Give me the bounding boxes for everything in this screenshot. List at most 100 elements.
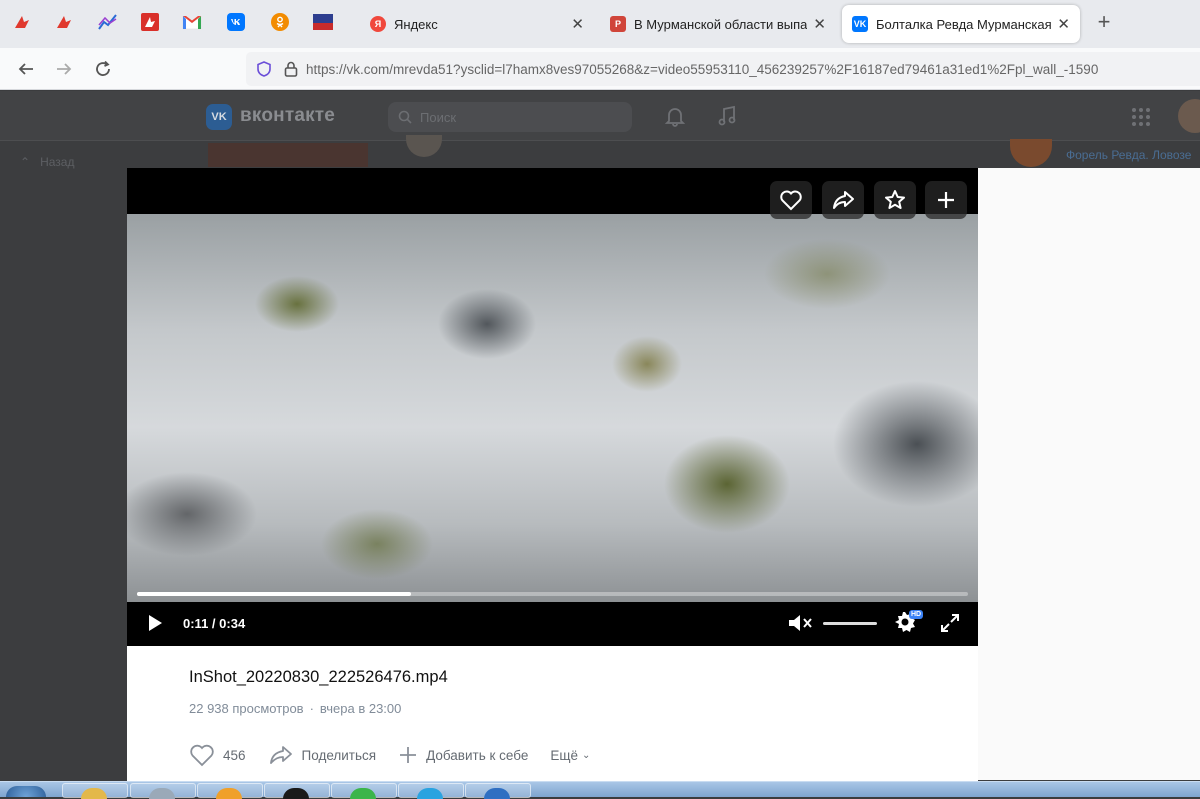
pinned-tab-flag[interactable] <box>311 10 335 34</box>
video-views: 22 938 просмотров <box>189 701 304 716</box>
red-mark-icon <box>15 16 29 28</box>
like-button[interactable]: 456 <box>189 743 246 767</box>
search-icon <box>398 110 412 124</box>
plus-icon <box>400 747 417 763</box>
chevron-up-icon: ⌃ <box>20 155 31 169</box>
window-icon <box>149 788 175 799</box>
taskbar-item-app[interactable] <box>331 783 397 799</box>
app-icon <box>350 788 376 799</box>
share-icon <box>269 746 292 764</box>
share-video-button[interactable] <box>822 181 864 219</box>
pinned-tab-3[interactable] <box>96 10 120 34</box>
video-frame[interactable] <box>127 214 978 602</box>
close-icon[interactable]: ✕ <box>571 15 584 33</box>
forward-button[interactable] <box>52 57 76 81</box>
chevron-down-icon: ⌄ <box>581 749 591 761</box>
community-avatar <box>1010 139 1052 167</box>
lock-icon[interactable] <box>284 61 298 77</box>
reload-button[interactable] <box>91 57 115 81</box>
red-mark-icon <box>57 16 71 28</box>
taskbar-item-app[interactable] <box>197 783 263 799</box>
heart-icon <box>190 744 214 767</box>
vk-logo-icon[interactable]: VK <box>206 104 232 130</box>
progress-fill <box>137 592 412 596</box>
video-player[interactable]: 0:11 / 0:34 HD <box>127 168 978 646</box>
taskbar-item-app[interactable] <box>264 783 330 799</box>
video-actions: 456 Поделиться Добавить к себе Ещё ⌄ <box>189 742 612 768</box>
taskbar-item-explorer[interactable] <box>62 783 128 799</box>
music-icon[interactable] <box>716 105 738 127</box>
pinned-tab-2[interactable] <box>52 10 76 34</box>
close-icon[interactable]: ✕ <box>813 15 826 33</box>
search-placeholder: Поиск <box>420 109 457 125</box>
volume-muted-icon[interactable] <box>787 612 813 634</box>
app-icon <box>283 788 309 799</box>
back-link[interactable]: ⌃ Назад <box>20 155 74 169</box>
more-label: Ещё <box>550 747 578 763</box>
vk-icon <box>227 13 245 31</box>
add-video-button[interactable] <box>925 181 967 219</box>
odnoklassniki-icon <box>271 13 289 31</box>
app-icon <box>216 788 242 799</box>
heart-icon <box>780 190 802 211</box>
address-bar[interactable]: https://vk.com/mrevda51?ysclid=l7hamx8ve… <box>246 52 1200 86</box>
close-icon[interactable]: ✕ <box>1057 15 1070 33</box>
shield-icon[interactable] <box>256 61 272 77</box>
pinned-tab-vk[interactable] <box>224 10 248 34</box>
volume-slider[interactable] <box>823 622 877 625</box>
share-icon <box>833 191 854 209</box>
chart-icon <box>98 14 117 30</box>
browser-tab-strip: Я Яндекс ✕ Р В Мурманской области выпал … <box>0 0 1200 48</box>
flag-icon <box>313 14 333 30</box>
add-to-my-videos-button[interactable]: Добавить к себе <box>398 745 528 765</box>
like-count: 456 <box>223 747 246 763</box>
folder-icon <box>81 788 107 799</box>
video-title: InShot_20220830_222526476.mp4 <box>189 668 448 686</box>
time-total: 0:34 <box>219 616 246 631</box>
tab-yandex[interactable]: Я Яндекс ✕ <box>360 5 594 43</box>
app-icon <box>484 788 510 799</box>
pinned-tab-ok[interactable] <box>268 10 292 34</box>
tab-news[interactable]: Р В Мурманской области выпал ✕ <box>600 5 836 43</box>
tab-title: Яндекс <box>394 16 438 32</box>
share-label: Поделиться <box>301 747 377 763</box>
fullscreen-icon[interactable] <box>939 612 961 634</box>
back-link-label: Назад <box>40 155 75 169</box>
video-modal: 0:11 / 0:34 HD InShot_20220830_222526476… <box>127 168 978 781</box>
vk-icon: VK <box>852 16 868 32</box>
star-icon <box>885 190 905 209</box>
taskbar-item-app[interactable] <box>398 783 464 799</box>
community-link[interactable]: Форель Ревда. Ловозе <box>1066 148 1191 162</box>
taskbar-item-app[interactable] <box>465 783 531 799</box>
pinned-tab-1[interactable] <box>10 10 34 34</box>
new-tab-button[interactable]: + <box>1092 10 1116 34</box>
red-square-icon <box>141 13 159 31</box>
post-author-avatar <box>406 135 442 157</box>
bell-icon[interactable] <box>664 105 686 127</box>
apps-grid-icon[interactable] <box>1131 107 1151 127</box>
tab-title: Болталка Ревда Мурманская <box>876 16 1052 32</box>
side-panel <box>978 168 1200 780</box>
play-icon[interactable] <box>147 614 163 632</box>
pinned-tab-gmail[interactable] <box>180 10 204 34</box>
vk-search-input[interactable]: Поиск <box>388 102 632 132</box>
taskbar-item-window[interactable] <box>130 783 196 799</box>
video-date: вчера в 23:00 <box>319 701 402 716</box>
yandex-icon: Я <box>370 16 386 32</box>
like-video-button[interactable] <box>770 181 812 219</box>
video-progress-bar[interactable] <box>137 592 968 596</box>
tab-vk-active[interactable]: VK Болталка Ревда Мурманская ✕ <box>842 5 1080 43</box>
news-icon: Р <box>610 16 626 32</box>
more-button[interactable]: Ещё ⌄ <box>550 748 590 763</box>
share-button[interactable]: Поделиться <box>268 744 377 766</box>
user-avatar[interactable] <box>1178 99 1200 133</box>
vk-brand-name[interactable]: вконтакте <box>240 105 335 127</box>
time-separator: / <box>208 616 220 631</box>
start-button-icon[interactable] <box>6 786 46 797</box>
favorite-video-button[interactable] <box>874 181 916 219</box>
pinned-tab-4[interactable] <box>138 10 162 34</box>
back-button[interactable] <box>14 57 38 81</box>
browser-toolbar: https://vk.com/mrevda51?ysclid=l7hamx8ve… <box>0 48 1200 90</box>
url-text: https://vk.com/mrevda51?ysclid=l7hamx8ve… <box>306 61 1099 77</box>
hd-badge: HD <box>909 610 924 619</box>
